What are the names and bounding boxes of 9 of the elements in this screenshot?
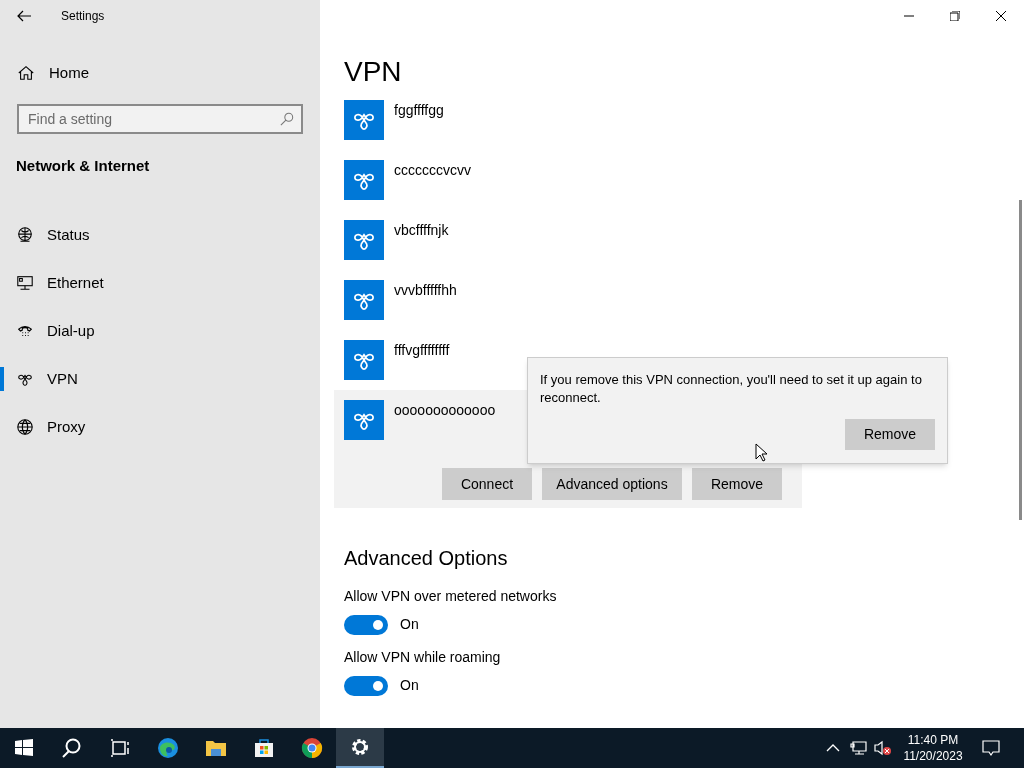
dialog-message: If you remove this VPN connection, you'll need to set it up again to reconnect.: [540, 371, 923, 407]
page-title: VPN: [344, 55, 403, 89]
toggle-state: On: [400, 676, 419, 695]
toggle-state: On: [400, 615, 419, 634]
section-heading: Advanced Options: [344, 546, 509, 571]
option-label: Allow VPN over metered networks: [344, 587, 558, 606]
option-label: Allow VPN while roaming: [344, 648, 502, 667]
window-title: Settings: [61, 8, 105, 25]
section-heading: Network & Internet: [16, 156, 151, 176]
